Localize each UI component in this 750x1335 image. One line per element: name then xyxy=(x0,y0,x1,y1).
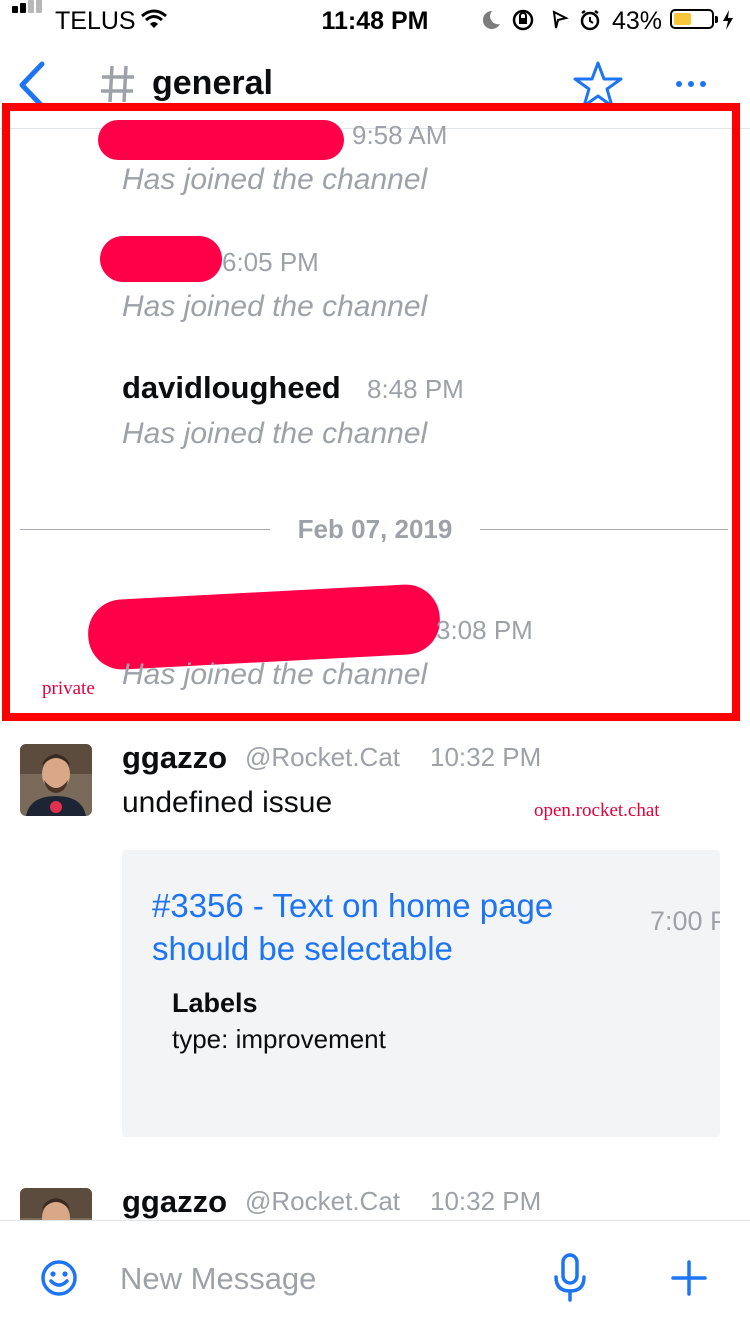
message-attachment[interactable]: #3356 - Text on home page should be sele… xyxy=(122,850,720,1137)
emoji-icon[interactable] xyxy=(40,1259,78,1297)
message-time: 10:32 PM xyxy=(430,1186,542,1216)
message-alias: @Rocket.Cat xyxy=(245,742,400,772)
message-time: 10:32 PM xyxy=(430,742,542,772)
more-dots-icon[interactable] xyxy=(676,74,712,92)
annotation-label-private: private xyxy=(42,678,95,699)
avatar[interactable] xyxy=(20,1188,92,1220)
plus-icon[interactable] xyxy=(670,1259,708,1297)
status-indicators-icon xyxy=(482,9,600,31)
attachment-title-link[interactable]: #3356 - Text on home page should be sele… xyxy=(152,884,622,970)
annotation-label-open: open.rocket.chat xyxy=(534,800,660,821)
message-input[interactable] xyxy=(120,1257,520,1301)
message-username[interactable]: ggazzo xyxy=(122,1184,227,1220)
annotation-highlight-box xyxy=(2,103,740,721)
charging-bolt-icon xyxy=(723,10,733,30)
hash-icon xyxy=(101,65,134,103)
battery-percent: 43% xyxy=(612,7,663,35)
message-username[interactable]: ggazzo xyxy=(122,740,227,776)
message-text: undefined issue xyxy=(122,786,333,819)
status-bar: TELUS 11:48 PM 43% xyxy=(0,0,750,40)
microphone-icon[interactable] xyxy=(553,1253,587,1303)
attachment-field-title: Labels xyxy=(172,988,258,1018)
message-alias: @Rocket.Cat xyxy=(245,1186,400,1216)
avatar[interactable] xyxy=(20,744,92,816)
attachment-time: 7:00 PM xyxy=(650,906,720,936)
message-composer xyxy=(0,1220,750,1335)
avatar-photo-icon xyxy=(20,744,92,816)
avatar-photo-icon xyxy=(20,1188,92,1220)
attachment-field-value: type: improvement xyxy=(172,1024,386,1054)
room-title[interactable]: general xyxy=(152,64,273,103)
battery-icon xyxy=(670,9,718,29)
